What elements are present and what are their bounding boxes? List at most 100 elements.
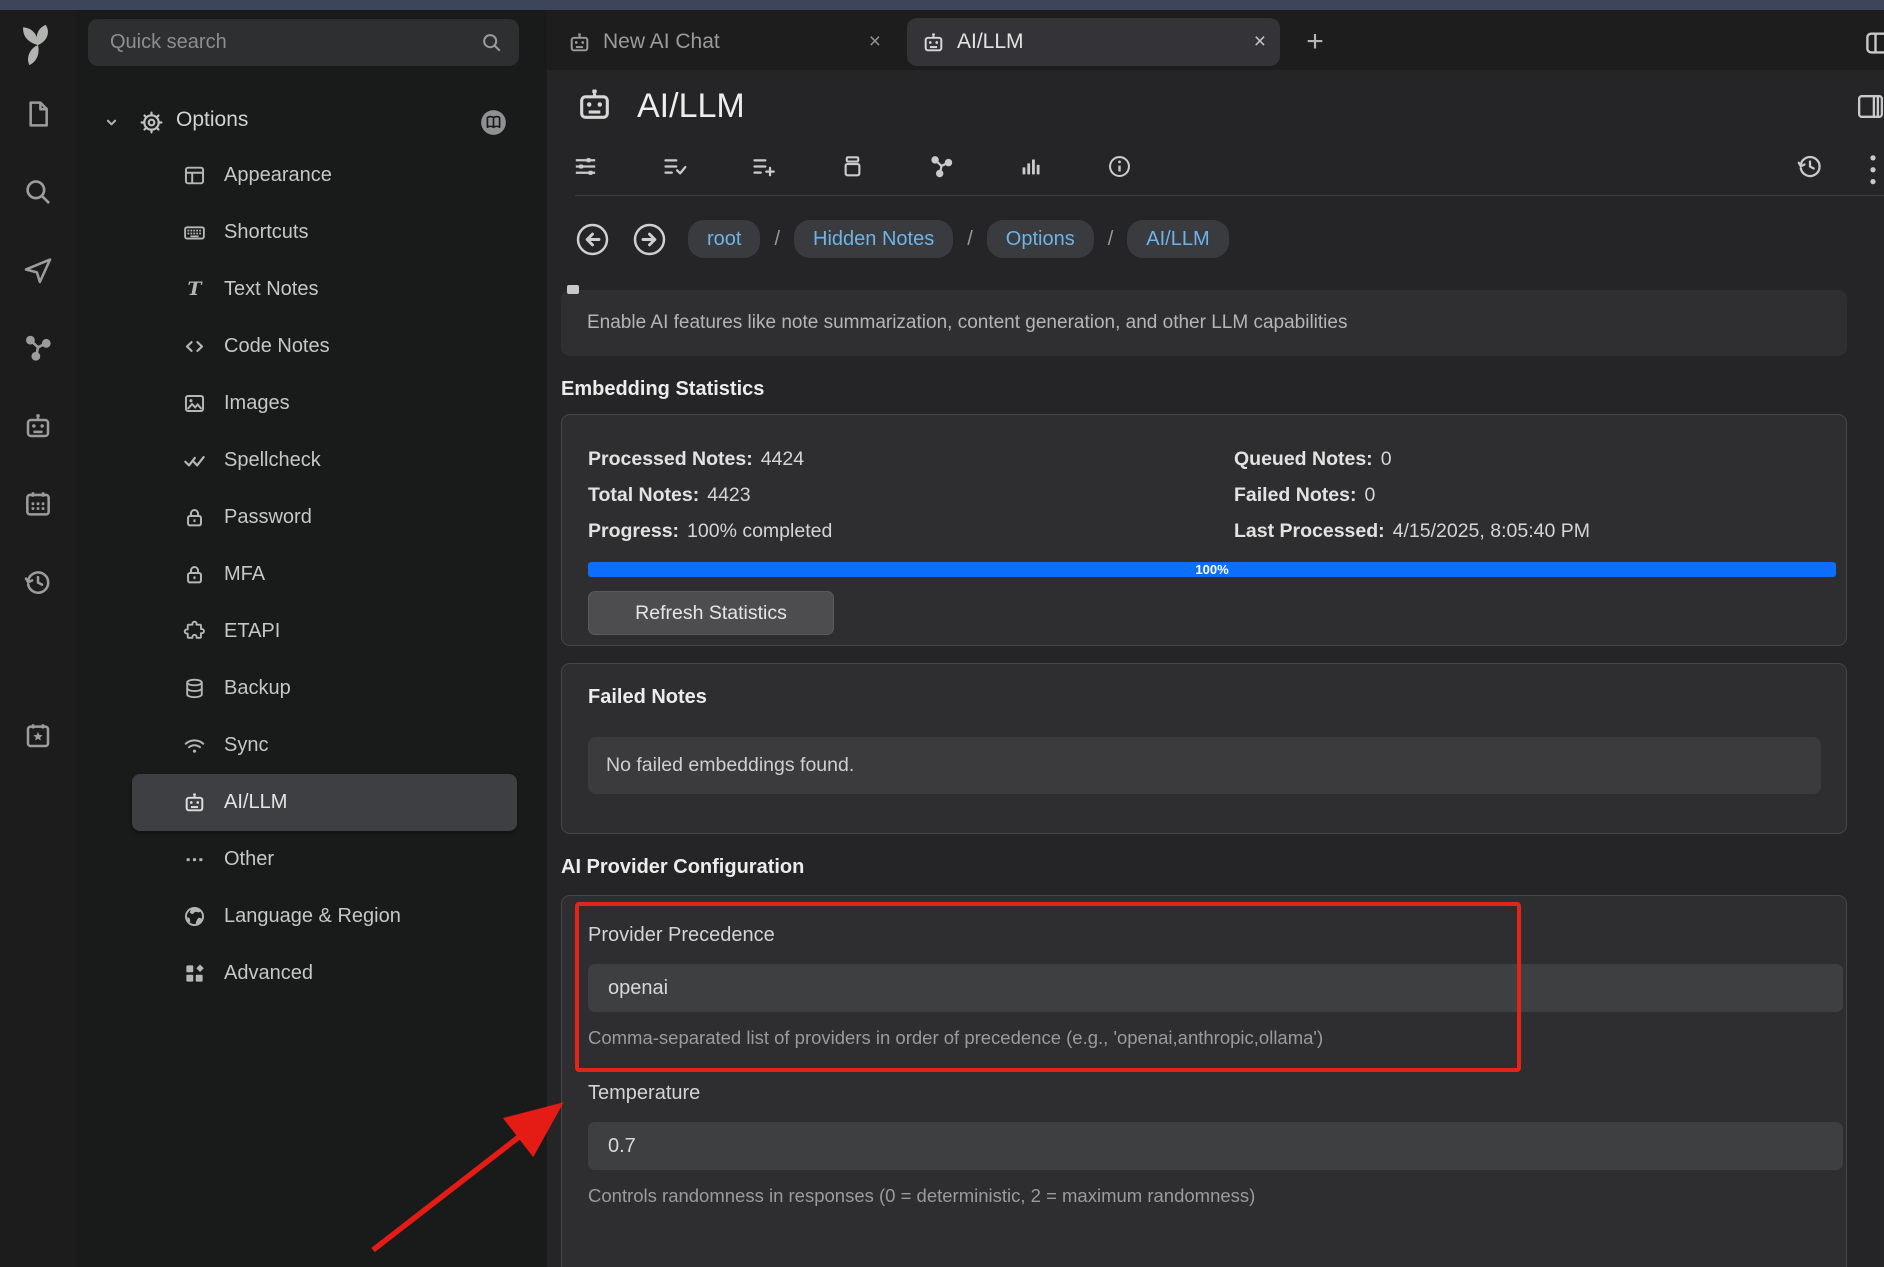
scroll-cut-checkbox: [567, 285, 579, 294]
ai-provider-configuration-heading: AI Provider Configuration: [561, 856, 1847, 879]
lock-icon: [182, 505, 207, 530]
search-icon[interactable]: [22, 176, 54, 208]
note-map-icon[interactable]: [928, 153, 955, 180]
lock-icon: [182, 562, 207, 587]
close-tab-icon[interactable]: ×: [869, 30, 881, 54]
sidebar-item-mfa[interactable]: MFA: [132, 546, 517, 603]
note-detail: AI/LLM: [547, 70, 1884, 1267]
sidebar-item-sync[interactable]: Sync: [132, 717, 517, 774]
embedding-progress-bar: 100%: [588, 562, 1836, 577]
note-title[interactable]: AI/LLM: [637, 87, 745, 126]
sidebar-item-ai-llm[interactable]: AI/LLM: [132, 774, 517, 831]
bookmarks-icon[interactable]: [22, 720, 54, 752]
right-pane-toggle-icon[interactable]: [1855, 91, 1884, 122]
text-icon: T: [182, 277, 207, 302]
jump-to-note-icon[interactable]: [22, 254, 54, 286]
layout-icon: [182, 163, 207, 188]
contextual-help-icon[interactable]: [480, 109, 507, 136]
tree-item-label: Options: [176, 108, 248, 132]
sidebar-item-password[interactable]: Password: [132, 489, 517, 546]
sidebar-item-etapi[interactable]: ETAPI: [132, 603, 517, 660]
calendar-icon[interactable]: [22, 488, 54, 520]
sidebar-item-appearance[interactable]: Appearance: [132, 147, 517, 204]
sidebar-item-code-notes[interactable]: Code Notes: [132, 318, 517, 375]
code-icon: [182, 334, 207, 359]
breadcrumb-root[interactable]: root: [688, 220, 760, 258]
note-info-archive-icon[interactable]: [839, 153, 866, 180]
last-processed-stat: Last Processed:4/15/2025, 8:05:40 PM: [1234, 513, 1840, 549]
svg-text:T: T: [188, 278, 204, 300]
embedding-statistics-heading: Embedding Statistics: [561, 378, 1847, 401]
double-check-icon: [182, 448, 207, 473]
breadcrumb-options[interactable]: Options: [987, 220, 1094, 258]
tab-new-ai-chat[interactable]: New AI Chat ×: [553, 18, 895, 66]
note-actions-menu-icon[interactable]: [1863, 151, 1883, 181]
sidebar-item-language-region[interactable]: Language & Region: [132, 888, 517, 945]
image-icon: [182, 391, 207, 416]
processed-notes-stat: Processed Notes:4424: [588, 441, 1234, 477]
recent-changes-icon[interactable]: [22, 566, 54, 598]
failed-notes-empty-box: No failed embeddings found.: [588, 737, 1821, 794]
similar-notes-chart-icon[interactable]: [1017, 153, 1044, 180]
robot-icon: [182, 790, 207, 815]
sidebar-item-other[interactable]: Other: [132, 831, 517, 888]
note-map-icon[interactable]: [22, 332, 54, 364]
tab-ai-llm[interactable]: AI/LLM ×: [907, 18, 1280, 66]
main-pane: New AI Chat × AI/LLM × +: [547, 10, 1884, 1267]
note-tree-sidebar: Options Appearance: [76, 10, 547, 1267]
note-revisions-icon[interactable]: [1795, 151, 1825, 181]
breadcrumb-hidden-notes[interactable]: Hidden Notes: [794, 220, 953, 258]
new-tab-button[interactable]: +: [1295, 22, 1335, 62]
inherited-attributes-icon[interactable]: [750, 153, 777, 180]
breadcrumb-separator: /: [967, 228, 973, 251]
chevron-down-icon[interactable]: [100, 111, 123, 134]
info-icon[interactable]: [1106, 153, 1133, 180]
basic-properties-icon[interactable]: [572, 153, 599, 180]
window-titlebar: [0, 0, 1884, 10]
owned-attributes-icon[interactable]: [661, 153, 688, 180]
temperature-hint: Controls randomness in responses (0 = de…: [588, 1185, 1840, 1207]
tree-item-options[interactable]: Options: [76, 99, 547, 147]
quick-search[interactable]: [88, 19, 519, 66]
provider-precedence-hint: Comma-separated list of providers in ord…: [588, 1027, 1840, 1049]
options-tree: Appearance Shortcuts T Text Notes: [76, 147, 547, 1002]
wifi-icon: [182, 733, 207, 758]
sidebar-item-shortcuts[interactable]: Shortcuts: [132, 204, 517, 261]
search-icon[interactable]: [480, 31, 503, 54]
total-notes-stat: Total Notes:4423: [588, 477, 1234, 513]
new-note-icon[interactable]: [22, 98, 54, 130]
sidebar-item-images[interactable]: Images: [132, 375, 517, 432]
robot-icon: [574, 84, 615, 125]
robot-icon: [921, 30, 946, 55]
breadcrumb-separator: /: [1108, 228, 1114, 251]
quick-search-input[interactable]: [88, 19, 519, 66]
temperature-label: Temperature: [588, 1082, 1840, 1105]
sidebar-item-spellcheck[interactable]: Spellcheck: [132, 432, 517, 489]
progress-bar-label: 100%: [588, 562, 1836, 577]
close-tab-icon[interactable]: ×: [1254, 30, 1266, 54]
tab-bar: New AI Chat × AI/LLM × +: [547, 10, 1884, 70]
launcher-rail: [0, 10, 76, 1267]
breadcrumb-ai-llm[interactable]: AI/LLM: [1127, 220, 1228, 258]
breadcrumb: root / Hidden Notes / Options / AI/LLM: [574, 214, 1229, 264]
back-icon[interactable]: [574, 221, 611, 258]
sidebar-item-backup[interactable]: Backup: [132, 660, 517, 717]
ai-chat-icon[interactable]: [22, 410, 54, 442]
embedding-statistics-panel: Processed Notes:4424 Total Notes:4423 Pr…: [561, 414, 1847, 646]
ai-provider-panel: Provider Precedence Comma-separated list…: [561, 895, 1847, 1267]
puzzle-icon: [182, 619, 207, 644]
sidebar-item-text-notes[interactable]: T Text Notes: [132, 261, 517, 318]
temperature-input[interactable]: [588, 1122, 1843, 1170]
robot-icon: [567, 30, 592, 55]
provider-precedence-label: Provider Precedence: [588, 924, 1840, 947]
database-icon: [182, 676, 207, 701]
sidebar-item-advanced[interactable]: Advanced: [132, 945, 517, 1002]
options-content: Enable AI features like note summarizati…: [547, 270, 1884, 1267]
window-controls-icon[interactable]: [1863, 28, 1884, 58]
breadcrumb-separator: /: [774, 228, 780, 251]
refresh-statistics-button[interactable]: Refresh Statistics: [588, 591, 834, 635]
components-icon: [182, 961, 207, 986]
provider-precedence-input[interactable]: [588, 964, 1843, 1012]
progress-stat: Progress:100% completed: [588, 513, 1234, 549]
forward-icon[interactable]: [631, 221, 668, 258]
